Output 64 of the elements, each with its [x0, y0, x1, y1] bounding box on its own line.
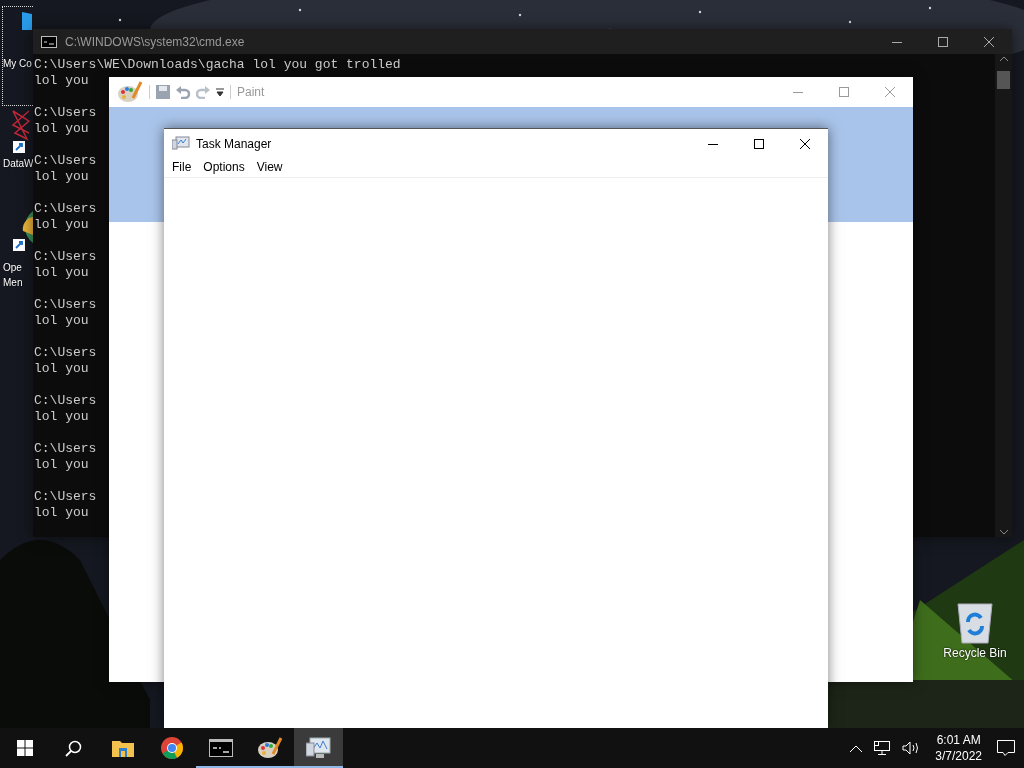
- icon-label: Recycle Bin: [943, 646, 1007, 660]
- window-title: Paint: [237, 85, 265, 99]
- console-line: lol you: [34, 217, 89, 233]
- console-line: lol you: [34, 73, 89, 89]
- recycle-bin-icon[interactable]: [955, 600, 995, 644]
- maximize-icon: [938, 36, 948, 47]
- console-line: C:\Users: [34, 153, 97, 169]
- console-line: C:\Users: [34, 345, 97, 361]
- search-icon: [65, 739, 82, 757]
- monitor-icon: [20, 10, 32, 30]
- window-title: C:\WINDOWS\system32\cmd.exe: [65, 34, 245, 49]
- notification-icon: [997, 740, 1015, 756]
- console-line: C:\Users: [34, 201, 97, 217]
- close-icon: [885, 87, 895, 97]
- task-manager-icon: [172, 135, 190, 152]
- icon-label: My Co: [3, 57, 32, 71]
- palette-icon: [256, 736, 283, 760]
- desktop-icon[interactable]: DataW: [2, 106, 33, 208]
- terminal-icon: [41, 35, 57, 48]
- scroll-up-icon: [999, 56, 1008, 61]
- console-line: lol you: [34, 361, 89, 377]
- console-line: C:\Users: [34, 393, 97, 409]
- network-icon: [874, 741, 891, 755]
- chevron-up-icon: [850, 744, 863, 752]
- icon-label: Ope: [3, 261, 22, 275]
- menu-item[interactable]: File: [166, 158, 198, 177]
- console-line: lol you: [34, 409, 89, 425]
- window-title: Task Manager: [196, 136, 272, 151]
- console-line: C:\Users: [34, 489, 97, 505]
- console-line: C:\Users: [34, 441, 97, 457]
- palette-icon: [117, 80, 143, 104]
- menu-item[interactable]: View: [250, 158, 289, 177]
- close-icon: [800, 138, 810, 149]
- icon-label: Men: [3, 276, 23, 287]
- windows-logo-icon: [16, 740, 33, 756]
- console-line: C:\Users: [34, 105, 97, 121]
- console-line: lol you: [34, 265, 89, 281]
- terminal-icon: [208, 739, 233, 757]
- desktop-icon[interactable]: Ope Men: [2, 208, 33, 288]
- clock[interactable]: 6:01 AM 3/7/2022: [929, 732, 988, 764]
- icon-label: DataW: [3, 158, 33, 171]
- console-line: C:\Users: [34, 297, 97, 313]
- console-line: lol you: [34, 121, 89, 137]
- time-text: 6:01 AM: [936, 732, 981, 748]
- maximize-icon: [754, 138, 764, 149]
- browser-icon: [159, 736, 184, 760]
- taskbar-button[interactable]: [294, 728, 343, 768]
- console-line: lol you: [34, 505, 89, 521]
- date-text: 3/7/2022: [935, 748, 982, 764]
- console-line: lol you: [34, 457, 89, 473]
- scroll-down-icon: [999, 530, 1008, 535]
- scrollbar-thumb[interactable]: [997, 71, 1010, 89]
- console-line: C:\Users: [34, 249, 97, 265]
- console-line: lol you: [34, 313, 89, 329]
- maximize-icon: [839, 87, 849, 97]
- molecule-icon: [9, 107, 33, 153]
- close-icon: [984, 36, 994, 47]
- task-manager-icon: [305, 737, 332, 759]
- console-line: C:\Users\WE\Downloads\gacha lol you got trolled: [34, 57, 401, 73]
- volume-icon: [902, 741, 921, 755]
- folder-icon: [111, 739, 134, 757]
- console-line: lol you: [34, 169, 89, 185]
- menu-item[interactable]: Options: [197, 158, 251, 177]
- dropdown-icon[interactable]: [216, 88, 224, 96]
